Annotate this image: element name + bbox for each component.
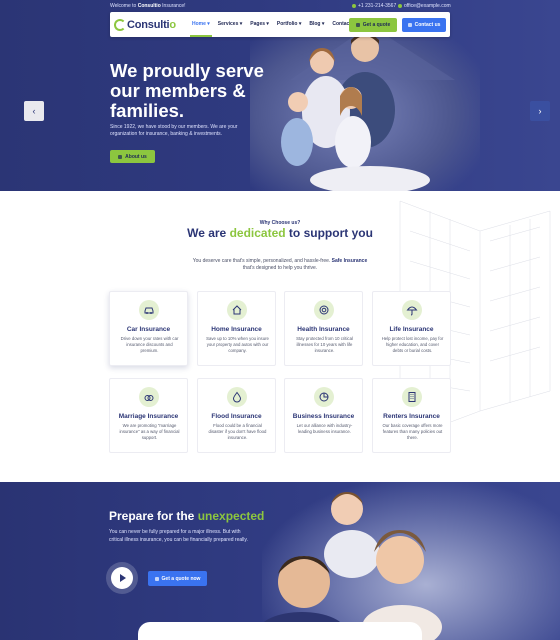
- card-title: Home Insurance: [211, 326, 262, 333]
- insurance-cards-grid: Car Insurance Drive down your rates with…: [109, 291, 451, 453]
- slider-next-button[interactable]: ›: [530, 101, 550, 121]
- services-section: Why Choose us? We are dedicated to suppo…: [0, 191, 560, 482]
- card-description: Help protect lost income, pay for higher…: [381, 336, 444, 353]
- logo[interactable]: Consultio: [114, 17, 176, 32]
- nav-item-services[interactable]: Services ▾: [214, 12, 246, 37]
- service-card-marriage[interactable]: Marriage Insurance We are promoting "mar…: [109, 378, 188, 453]
- cta-title: Prepare for the unexpected: [109, 509, 265, 523]
- card-title: Marriage Insurance: [118, 413, 179, 420]
- service-card-health[interactable]: Health Insurance Stay protected from 10 …: [284, 291, 363, 366]
- bottom-card-peek: [138, 622, 422, 640]
- card-description: Stay protected from 10 critical illnesse…: [296, 336, 353, 353]
- family-photo: [250, 20, 480, 191]
- card-description: Our basic coverage offers more features …: [382, 423, 443, 440]
- mail-icon: [398, 3, 402, 8]
- service-card-renters[interactable]: Renters Insurance Our basic coverage off…: [372, 378, 451, 453]
- card-description: Flood could be a financial disaster if y…: [208, 423, 267, 440]
- contact-us-button[interactable]: Contact us: [402, 18, 446, 32]
- nav-menu: Home ▾ Services ▾ Pages ▾ Portfolio ▾ Bl…: [188, 12, 355, 37]
- pie-chart-icon: [314, 387, 334, 407]
- card-title: Life Insurance: [389, 326, 434, 333]
- play-icon: [120, 574, 126, 582]
- document-icon: [355, 23, 360, 27]
- card-description: We are promoting "marriage insurance" as…: [119, 423, 180, 440]
- cta-description: You can never be fully prepared for a ma…: [109, 529, 248, 543]
- nav-item-blog[interactable]: Blog ▾: [305, 12, 328, 37]
- card-description: Save up to 10% when you insure your prop…: [206, 336, 269, 353]
- nav-item-home[interactable]: Home ▾: [188, 12, 214, 37]
- card-title: Business Insurance: [292, 413, 355, 420]
- get-a-quote-button[interactable]: Get a quote: [349, 18, 397, 32]
- card-title: Flood Insurance: [211, 413, 262, 420]
- phone-contact[interactable]: +1 231-214-3567: [352, 3, 396, 9]
- about-us-button[interactable]: About us: [110, 150, 155, 163]
- card-title: Renters Insurance: [383, 413, 440, 420]
- logo-mark-icon: [114, 18, 126, 31]
- card-description: Drive down your rates with car insurance…: [120, 336, 179, 353]
- card-title: Car Insurance: [126, 326, 171, 333]
- user-icon: [118, 154, 123, 159]
- card-description: Let our alliance with industry-leading b…: [296, 423, 353, 434]
- welcome-text: Welcome to Consultio Insurance!: [110, 3, 186, 9]
- hero-description: Since 1922, we have stood by our members…: [110, 124, 238, 137]
- document-icon: [154, 576, 159, 581]
- hero-title: We proudly serve our members & families.: [110, 60, 264, 121]
- building-icon: [402, 387, 422, 407]
- water-drop-icon: [227, 387, 247, 407]
- hero-section: Welcome to Consultio Insurance! +1 231-2…: [0, 0, 560, 191]
- mail-icon: [407, 23, 412, 27]
- main-navbar: Consultio Home ▾ Services ▾ Pages ▾ Port…: [110, 12, 450, 37]
- lifebuoy-icon: [314, 300, 334, 320]
- phone-icon: [352, 3, 356, 8]
- card-title: Health Insurance: [297, 326, 350, 333]
- play-video-button[interactable]: [111, 567, 133, 589]
- nav-item-pages[interactable]: Pages ▾: [246, 12, 273, 37]
- rings-icon: [139, 387, 159, 407]
- nav-item-portfolio[interactable]: Portfolio ▾: [273, 12, 305, 37]
- section-subtitle: You deserve care that's simple, personal…: [192, 258, 368, 271]
- service-card-car[interactable]: Car Insurance Drive down your rates with…: [109, 291, 188, 366]
- section-title: We are dedicated to support you: [187, 226, 373, 240]
- car-icon: [139, 300, 159, 320]
- service-card-flood[interactable]: Flood Insurance Flood could be a financi…: [197, 378, 276, 453]
- slider-prev-button[interactable]: ‹: [24, 101, 44, 121]
- cta-section: Prepare for the unexpected You can never…: [0, 482, 560, 640]
- home-icon: [227, 300, 247, 320]
- cta-family-photo: [262, 482, 560, 640]
- service-card-business[interactable]: Business Insurance Let our alliance with…: [284, 378, 363, 453]
- top-bar: Welcome to Consultio Insurance! +1 231-2…: [0, 0, 560, 12]
- email-contact[interactable]: office@example.com: [398, 3, 451, 9]
- service-card-life[interactable]: Life Insurance Help protect lost income,…: [372, 291, 451, 366]
- get-a-quote-now-button[interactable]: Get a quote now: [148, 571, 207, 586]
- umbrella-icon: [402, 300, 422, 320]
- service-card-home[interactable]: Home Insurance Save up to 10% when you i…: [197, 291, 276, 366]
